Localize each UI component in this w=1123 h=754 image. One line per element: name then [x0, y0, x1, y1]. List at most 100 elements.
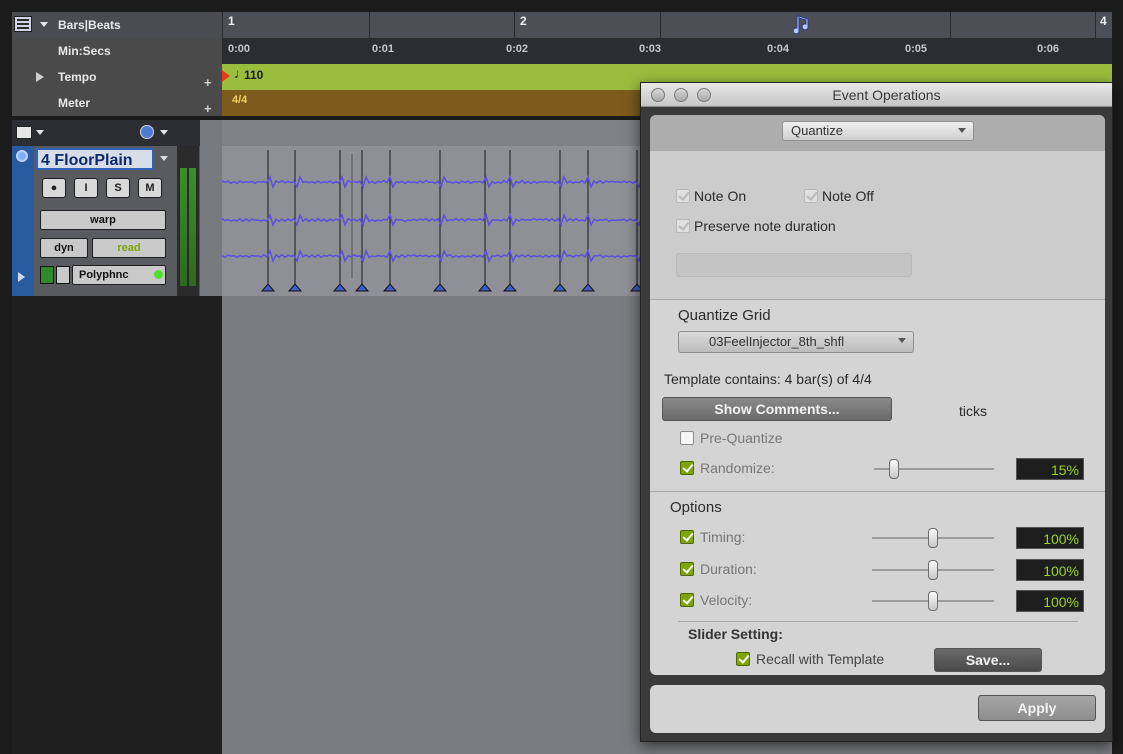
- warp-marker-icon: [334, 284, 346, 291]
- expand-triangle-icon[interactable]: [36, 72, 44, 82]
- warp-marker-icon: [289, 284, 301, 291]
- options-heading: Options: [670, 499, 722, 516]
- add-meter-button[interactable]: +: [204, 96, 212, 122]
- randomize-value[interactable]: 15%: [1016, 458, 1084, 480]
- velocity-checkbox[interactable]: [680, 593, 694, 607]
- mute-button[interactable]: M: [138, 178, 162, 198]
- timebase-clock-icon[interactable]: [140, 125, 154, 139]
- automation-mode-select[interactable]: read: [92, 238, 166, 258]
- pre-quantize-label: Pre-Quantize: [700, 430, 782, 446]
- quantize-grid-heading: Quantize Grid: [678, 307, 771, 324]
- meter-label: Meter: [58, 96, 90, 110]
- note-on-checkbox[interactable]: [676, 189, 690, 203]
- bar-marker: 2: [520, 14, 527, 28]
- min-secs-ruler[interactable]: Min:Secs 0:00 0:01 0:02 0:03 0:04 0:05 0…: [12, 38, 1112, 64]
- quantize-grid-select[interactable]: 03FeelInjector_8th_shfl: [678, 331, 914, 353]
- midi-note-icon[interactable]: [794, 14, 812, 36]
- tempo-value: 110: [244, 68, 263, 82]
- randomize-checkbox[interactable]: [680, 461, 694, 475]
- timing-slider-thumb[interactable]: [928, 528, 938, 548]
- event-operations-dialog: Event Operations Quantize Note On Note O…: [640, 82, 1113, 742]
- timing-value[interactable]: 100%: [1016, 527, 1084, 549]
- meter-value: 4/4: [232, 94, 247, 106]
- warp-marker-icon: [504, 284, 516, 291]
- duration-slider-thumb[interactable]: [928, 560, 938, 580]
- quantize-grid-value: 03FeelInjector_8th_shfl: [709, 334, 844, 349]
- operation-bar: Quantize: [650, 115, 1105, 151]
- solo-button[interactable]: S: [106, 178, 130, 198]
- tempo-ruler-header: Tempo +: [12, 64, 222, 90]
- dialog-body: Quantize Note On Note Off Preserve note …: [650, 115, 1105, 675]
- disabled-select[interactable]: [676, 253, 912, 277]
- preserve-duration-label: Preserve note duration: [694, 218, 836, 234]
- status-led-icon: [154, 270, 163, 279]
- min-secs-lane[interactable]: 0:00 0:01 0:02 0:03 0:04 0:05 0:06: [222, 38, 1112, 64]
- note-off-checkbox[interactable]: [804, 189, 818, 203]
- velocity-label: Velocity:: [700, 592, 752, 608]
- velocity-slider-thumb[interactable]: [928, 591, 938, 611]
- timebase-icon[interactable]: [56, 266, 70, 284]
- bars-beats-ruler[interactable]: Bars|Beats 1 2 4: [12, 12, 1112, 38]
- record-button[interactable]: ●: [42, 178, 66, 198]
- apply-button[interactable]: Apply: [978, 695, 1096, 721]
- warp-marker-icon: [356, 284, 368, 291]
- automation-label[interactable]: dyn: [40, 238, 88, 258]
- elastic-audio-icon[interactable]: [40, 266, 54, 284]
- track-name-field[interactable]: 4 FloorPlain: [36, 148, 154, 170]
- chevron-down-icon: [958, 128, 966, 133]
- note-on-label: Note On: [694, 188, 746, 204]
- track-record-enable-icon[interactable]: [16, 150, 28, 162]
- note-options-section: Note On Note Off Preserve note duration: [650, 151, 1105, 299]
- duration-value[interactable]: 100%: [1016, 559, 1084, 581]
- elastic-mode-select[interactable]: Polyphnc: [72, 265, 166, 285]
- waveform-channel: [222, 177, 651, 187]
- audio-clip[interactable]: [222, 146, 652, 296]
- bar-marker: 4: [1100, 14, 1107, 28]
- time-tick: 0:04: [767, 43, 789, 55]
- warp-marker-icon: [262, 284, 274, 291]
- ruler-menu-icon[interactable]: [14, 16, 32, 32]
- operation-select[interactable]: Quantize: [782, 121, 974, 141]
- bars-beats-ruler-header[interactable]: Bars|Beats: [12, 12, 222, 38]
- dialog-titlebar[interactable]: Event Operations: [641, 83, 1112, 107]
- min-secs-label: Min:Secs: [58, 44, 111, 58]
- track-level-meter: [177, 146, 199, 296]
- recall-with-template-label: Recall with Template: [756, 651, 884, 667]
- warp-marker-icon: [434, 284, 446, 291]
- chevron-down-icon[interactable]: [160, 156, 168, 161]
- track-list-column: 4 FloorPlain ● I S M warp dyn read Polyp…: [12, 120, 222, 754]
- velocity-value[interactable]: 100%: [1016, 590, 1084, 612]
- timing-checkbox[interactable]: [680, 530, 694, 544]
- time-tick: 0:02: [506, 43, 528, 55]
- bars-beats-lane[interactable]: 1 2 4: [222, 12, 1112, 38]
- time-tick: 0:05: [905, 43, 927, 55]
- tempo-marker-icon[interactable]: [222, 70, 230, 82]
- note-off-label: Note Off: [822, 188, 874, 204]
- track-view-select[interactable]: warp: [40, 210, 166, 230]
- save-button[interactable]: Save...: [934, 648, 1042, 672]
- warp-marker-icon: [582, 284, 594, 291]
- track-view-icon[interactable]: [16, 126, 32, 139]
- recall-with-template-checkbox[interactable]: [736, 652, 750, 666]
- warp-marker-icon: [554, 284, 566, 291]
- warp-marker-icon: [384, 284, 396, 291]
- duration-checkbox[interactable]: [680, 562, 694, 576]
- section-divider: [678, 621, 1078, 622]
- randomize-slider-thumb[interactable]: [889, 459, 899, 479]
- waveform-channel: [222, 251, 651, 261]
- warp-marker-icon: [479, 284, 491, 291]
- apply-area: Apply: [650, 685, 1105, 733]
- show-comments-button[interactable]: Show Comments...: [662, 397, 892, 421]
- bar-marker: 1: [228, 14, 235, 28]
- time-tick: 0:03: [639, 43, 661, 55]
- chevron-down-icon: [160, 130, 168, 135]
- tempo-label: Tempo: [58, 70, 96, 84]
- waveform-channel: [222, 215, 651, 225]
- slider-setting-heading: Slider Setting:: [688, 626, 783, 642]
- timeline-gutter: [200, 120, 224, 296]
- operation-select-value: Quantize: [791, 123, 843, 138]
- pre-quantize-checkbox[interactable]: [680, 431, 694, 445]
- preserve-duration-checkbox[interactable]: [676, 219, 690, 233]
- input-monitor-button[interactable]: I: [74, 178, 98, 198]
- expand-triangle-icon[interactable]: [18, 272, 25, 282]
